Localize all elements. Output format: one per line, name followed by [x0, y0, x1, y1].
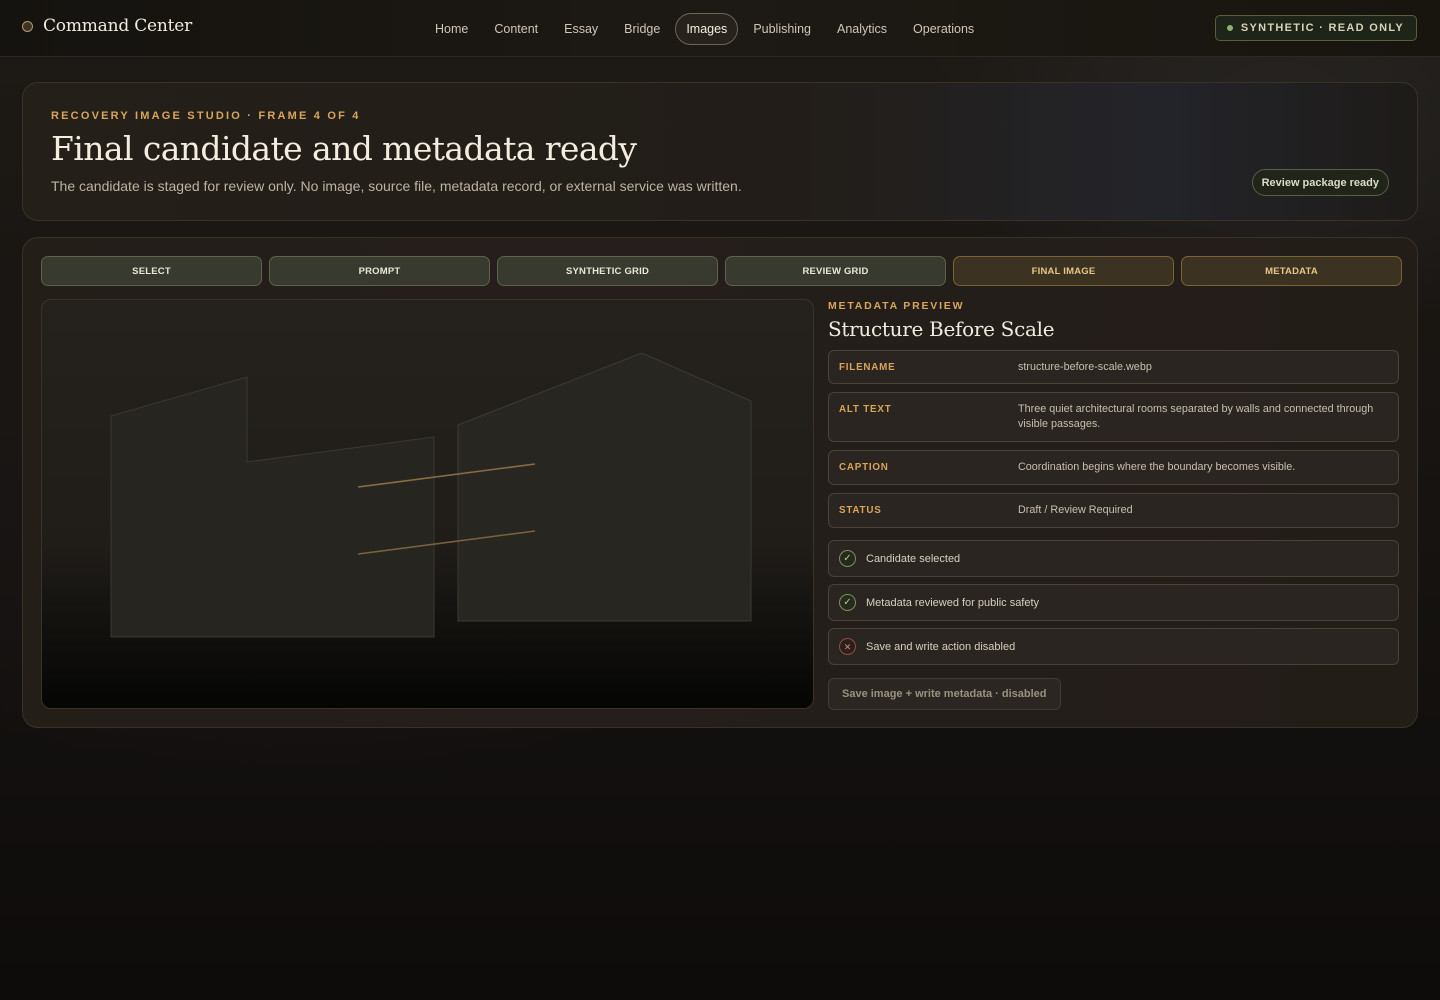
check-label: Metadata reviewed for public safety — [866, 596, 1040, 609]
status-dot-icon — [1226, 25, 1233, 31]
hero-panel: RECOVERY IMAGE STUDIO · FRAME 4 OF 4 Fin… — [22, 82, 1418, 221]
hero-kicker: RECOVERY IMAGE STUDIO · FRAME 4 OF 4 — [51, 110, 361, 122]
step-tabs: SELECT PROMPT SYNTHETIC GRID REVIEW GRID… — [41, 256, 1402, 286]
field-caption: CAPTION Coordination begins where the bo… — [828, 450, 1399, 485]
step-synthetic-grid[interactable]: SYNTHETIC GRID — [497, 256, 718, 286]
x-icon: ✕ — [839, 638, 856, 655]
nav-item-analytics[interactable]: Analytics — [826, 13, 898, 45]
app-title: Command Center — [43, 16, 193, 36]
step-metadata[interactable]: METADATA — [1181, 256, 1402, 286]
image-studio-panel: SELECT PROMPT SYNTHETIC GRID REVIEW GRID… — [22, 237, 1418, 728]
field-key: STATUS — [839, 505, 882, 516]
field-alt-text: ALT TEXT Three quiet architectural rooms… — [828, 392, 1399, 442]
field-key: CAPTION — [839, 462, 889, 473]
metadata-title: Structure Before Scale — [828, 317, 1055, 341]
field-value: structure-before-scale.webp — [1018, 361, 1152, 373]
field-value: Draft / Review Required — [1018, 504, 1133, 516]
nav-item-publishing[interactable]: Publishing — [742, 13, 822, 45]
field-key: FILENAME — [839, 362, 896, 373]
nav-item-bridge[interactable]: Bridge — [613, 13, 671, 45]
nav-item-home[interactable]: Home — [424, 13, 479, 45]
hero-subtitle: The candidate is staged for review only.… — [51, 178, 742, 194]
step-final-image[interactable]: FINAL IMAGE — [953, 256, 1174, 286]
step-review-grid[interactable]: REVIEW GRID — [725, 256, 946, 286]
field-key: ALT TEXT — [839, 404, 892, 415]
mode-badge: SYNTHETIC · READ ONLY — [1214, 15, 1417, 41]
nav-item-images[interactable]: Images — [675, 13, 739, 45]
field-value: Coordination begins where the boundary b… — [1018, 461, 1296, 473]
architectural-rooms-illustration — [110, 352, 752, 638]
brand[interactable]: Command Center — [22, 16, 192, 36]
check-label: Save and write action disabled — [866, 640, 1016, 653]
field-value: Three quiet architectural rooms separate… — [1018, 403, 1374, 430]
check-label: Candidate selected — [866, 552, 961, 565]
field-status: STATUS Draft / Review Required — [828, 493, 1399, 528]
check-icon: ✓ — [839, 594, 856, 611]
metadata-preview: METADATA PREVIEW Structure Before Scale … — [828, 300, 1399, 710]
nav-item-operations[interactable]: Operations — [902, 13, 985, 45]
metadata-kicker: METADATA PREVIEW — [828, 300, 965, 312]
nav-item-essay[interactable]: Essay — [553, 13, 609, 45]
field-filename: FILENAME structure-before-scale.webp — [828, 350, 1399, 384]
page-title: Final candidate and metadata ready — [51, 129, 637, 168]
room-right — [457, 352, 752, 622]
step-select[interactable]: SELECT — [41, 256, 262, 286]
brand-logo-icon — [22, 20, 33, 32]
main-nav: Home Content Essay Bridge Images Publish… — [424, 13, 985, 45]
save-image-write-metadata-button[interactable]: Save image + write metadata · disabled — [828, 678, 1061, 710]
room-left — [110, 376, 435, 638]
mode-badge-label: SYNTHETIC · READ ONLY — [1240, 22, 1404, 34]
step-prompt[interactable]: PROMPT — [269, 256, 490, 286]
top-navigation-bar: Command Center Home Content Essay Bridge… — [0, 0, 1440, 57]
nav-item-content[interactable]: Content — [483, 13, 549, 45]
review-status-pill: Review package ready — [1251, 169, 1389, 196]
final-image-preview — [41, 299, 814, 709]
check-metadata-reviewed: ✓ Metadata reviewed for public safety — [828, 584, 1399, 621]
check-candidate-selected: ✓ Candidate selected — [828, 540, 1399, 577]
check-icon: ✓ — [839, 550, 856, 567]
check-save-disabled: ✕ Save and write action disabled — [828, 628, 1399, 665]
